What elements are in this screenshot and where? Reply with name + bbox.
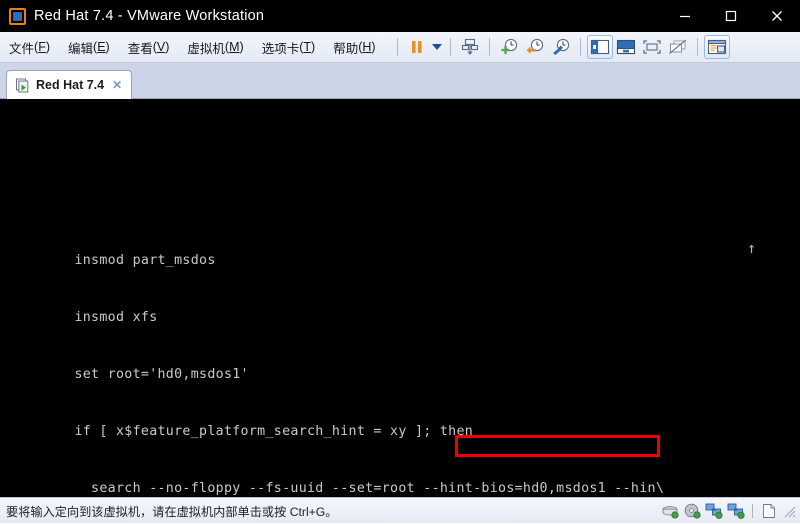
status-cd-dvd-icon[interactable] [683, 502, 701, 520]
toolbar-separator [579, 38, 581, 56]
menu-item-file-accel: F [38, 40, 46, 54]
power-dropdown-button[interactable] [430, 35, 444, 59]
menu-item-tabs[interactable]: 选项卡(T) [253, 32, 325, 62]
vm-console[interactable]: insmod part_msdos insmod xfs set root='h… [0, 99, 800, 497]
suspend-button[interactable] [404, 35, 430, 59]
fullscreen-button[interactable] [639, 35, 665, 59]
vmware-workstation-window: Red Hat 7.4 - VMware Workstation 文件 (F … [0, 0, 800, 523]
status-device-icons [661, 498, 796, 524]
show-thumbnails-button[interactable] [613, 35, 639, 59]
status-message: 要将输入定向到该虚拟机，请在虚拟机内部单击或按 Ctrl+G。 [6, 504, 338, 519]
toolbar [391, 32, 730, 62]
resize-grip-icon[interactable] [784, 505, 796, 518]
status-separator [752, 504, 753, 518]
manage-snapshots-button[interactable] [548, 35, 574, 59]
status-network-adapter-2-icon[interactable] [727, 502, 745, 520]
menu-bar: 文件(F) 编辑(E) 查看(V) 虚拟机(M) 选项卡(T) 帮助(H) [0, 32, 385, 62]
grub-edit-screen: insmod part_msdos insmod xfs set root='h… [0, 99, 800, 497]
menu-item-file[interactable]: 文件(F) [0, 32, 59, 62]
toolbar-separator [488, 38, 490, 56]
show-library-button[interactable] [586, 35, 613, 59]
menu-item-tabs-label: 选项卡 [261, 41, 300, 56]
toolbar-separator [396, 38, 398, 56]
maximize-button[interactable] [708, 0, 754, 32]
close-button[interactable] [754, 0, 800, 32]
console-line: set root='hd0,msdos1' [8, 367, 249, 382]
menu-item-view-accel: V [156, 40, 166, 54]
menu-item-vm[interactable]: 虚拟机(M) [178, 32, 252, 62]
revert-snapshot-button[interactable] [522, 35, 548, 59]
unity-mode-button[interactable] [665, 35, 691, 59]
window-title: Red Hat 7.4 - VMware Workstation [34, 8, 265, 24]
send-ctrl-alt-del-button[interactable] [457, 35, 483, 59]
menu-item-vm-label: 虚拟机 [187, 41, 225, 56]
tab-strip: Red Hat 7.4 ✕ [0, 63, 800, 99]
menu-item-edit[interactable]: 编辑(E) [59, 32, 119, 62]
menu-item-file-label: 文件 [9, 41, 35, 56]
status-printer-icon[interactable] [760, 502, 778, 520]
take-snapshot-button[interactable] [496, 35, 522, 59]
menu-item-tabs-accel: T [303, 40, 312, 54]
title-bar: Red Hat 7.4 - VMware Workstation [0, 0, 800, 32]
status-hard-disk-icon[interactable] [661, 502, 679, 520]
toolbar-separator [696, 38, 698, 56]
scroll-up-indicator-icon: ↑ [747, 239, 757, 257]
tab-close-icon[interactable]: ✕ [110, 79, 124, 91]
menu-item-help-accel: H [362, 40, 372, 54]
menu-item-edit-label: 编辑 [68, 41, 94, 56]
title-bar-left: Red Hat 7.4 - VMware Workstation [0, 7, 265, 25]
console-line: insmod xfs [8, 310, 158, 325]
menu-item-vm-accel: M [229, 40, 240, 54]
tab-label: Red Hat 7.4 [36, 78, 105, 92]
console-line: if [ x$feature_platform_search_hint = xy… [8, 424, 474, 439]
status-network-adapter-1-icon[interactable] [705, 502, 723, 520]
console-line: insmod part_msdos [8, 253, 216, 268]
window-controls [662, 0, 800, 32]
toolbar-separator [449, 38, 451, 56]
menu-and-toolbar: 文件(F) 编辑(E) 查看(V) 虚拟机(M) 选项卡(T) 帮助(H) [0, 32, 800, 63]
minimize-button[interactable] [662, 0, 708, 32]
console-view-button[interactable] [703, 35, 730, 59]
vm-running-icon [15, 78, 30, 93]
console-line: search --no-floppy --fs-uuid --set=root … [8, 481, 665, 496]
menu-item-view[interactable]: 查看(V) [119, 32, 179, 62]
menu-item-help[interactable]: 帮助(H) [324, 32, 384, 62]
menu-item-help-label: 帮助 [333, 41, 359, 56]
vmware-logo-icon [9, 7, 26, 25]
tab-red-hat-7-4[interactable]: Red Hat 7.4 ✕ [6, 70, 133, 99]
menu-item-view-label: 查看 [127, 41, 153, 56]
status-bar: 要将输入定向到该虚拟机，请在虚拟机内部单击或按 Ctrl+G。 [0, 497, 800, 523]
menu-item-edit-accel: E [97, 40, 106, 54]
